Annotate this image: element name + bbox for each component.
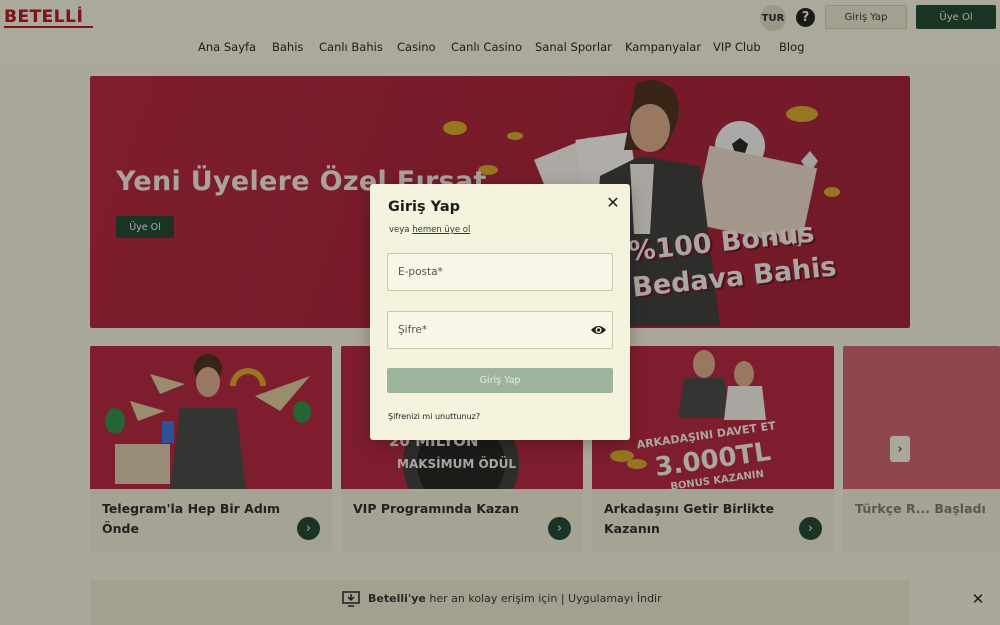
email-input[interactable] [388, 254, 612, 290]
register-now-link[interactable]: hemen üye ol [412, 225, 470, 235]
login-submit-button[interactable]: Giriş Yap [387, 368, 613, 393]
eye-icon[interactable] [590, 324, 607, 336]
email-field[interactable] [387, 253, 613, 291]
modal-title: Giriş Yap [388, 199, 461, 215]
modal-subtitle: veya hemen üye ol [389, 225, 470, 235]
modal-subtitle-prefix: veya [389, 225, 413, 235]
password-input[interactable] [388, 312, 612, 348]
close-icon[interactable]: ✕ [605, 193, 621, 212]
password-field[interactable] [387, 311, 613, 349]
forgot-password-link[interactable]: Şifrenizi mi unuttunuz? [388, 412, 480, 421]
login-modal: Giriş Yap ✕ veya hemen üye ol Giriş Yap … [370, 184, 630, 440]
